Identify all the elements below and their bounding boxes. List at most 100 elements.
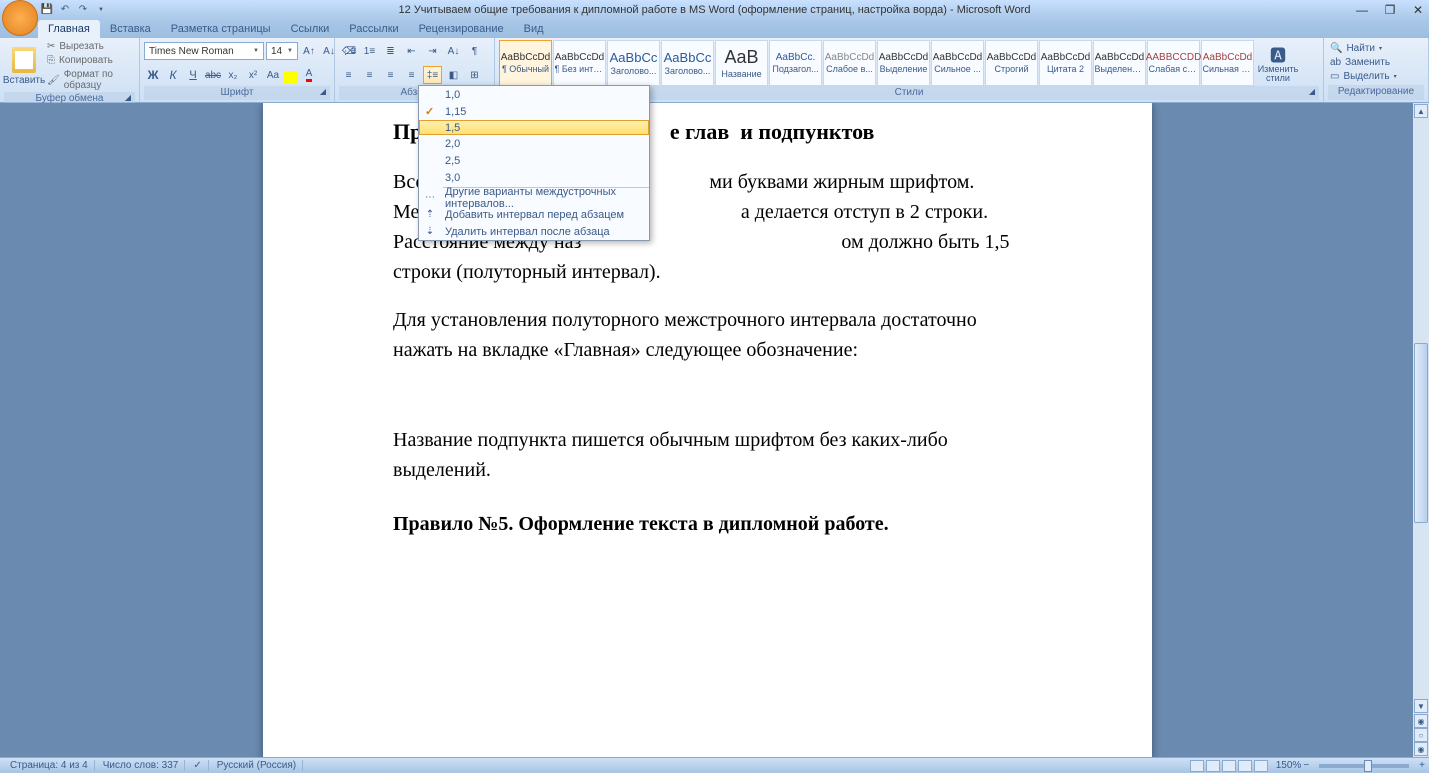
styles-gallery[interactable]: AaBbCcDd¶ ОбычныйAaBbCcDd¶ Без инте...Aa… (499, 40, 1254, 86)
font-size-combo[interactable]: 14▼ (266, 42, 298, 60)
tab-review[interactable]: Рецензирование (409, 20, 514, 38)
style-item[interactable]: AaBbCcDdСильная с... (1201, 40, 1254, 86)
save-icon[interactable]: 💾 (40, 3, 54, 17)
shading-button[interactable]: ◧ (444, 66, 463, 84)
vertical-scrollbar[interactable]: ▲ ▼ ◉ ○ ◉ (1413, 103, 1429, 757)
superscript-button[interactable]: x² (244, 66, 262, 84)
doc-heading-2[interactable]: Правило №5. Оформление текста в дипломно… (393, 513, 1022, 536)
spacing-option[interactable]: 2,5 (419, 152, 649, 169)
font-launcher[interactable]: ◢ (318, 87, 328, 97)
borders-button[interactable]: ⊞ (465, 66, 484, 84)
style-item[interactable]: AaBbCcDdЦитата 2 (1039, 40, 1092, 86)
page[interactable]: Пр е глав и подпунктов Все ми буквами жи… (263, 103, 1152, 757)
clipboard-launcher[interactable]: ◢ (123, 93, 133, 103)
style-item[interactable]: AaBbCcЗаголово... (661, 40, 714, 86)
style-item[interactable]: AaBbCcDdВыделение (877, 40, 930, 86)
doc-paragraph-3[interactable]: Название подпункта пишется обычным шрифт… (393, 425, 1022, 485)
spacing-option[interactable]: 3,0 (419, 169, 649, 186)
zoom-out-button[interactable]: − (1303, 760, 1309, 771)
spacing-option[interactable]: 1,5 (419, 120, 649, 135)
minimize-button[interactable]: — (1355, 3, 1369, 17)
select-button[interactable]: ▭Выделить ▾ (1328, 70, 1399, 83)
scroll-thumb[interactable] (1414, 343, 1428, 523)
change-case-button[interactable]: Aa (264, 66, 282, 84)
spacing-option[interactable]: 2,0 (419, 135, 649, 152)
zoom-level[interactable]: 150% (1276, 760, 1302, 771)
status-proofing[interactable]: ✓ (187, 760, 208, 771)
redo-icon[interactable]: ↷ (76, 3, 90, 17)
next-page-button[interactable]: ◉ (1414, 742, 1428, 756)
align-right-button[interactable]: ≡ (381, 66, 400, 84)
zoom-in-button[interactable]: + (1419, 760, 1425, 771)
bullets-button[interactable]: ⋮≡ (339, 42, 358, 60)
style-item[interactable]: AaBbCc.Подзагол... (769, 40, 822, 86)
close-button[interactable]: ✕ (1411, 3, 1425, 17)
subscript-button[interactable]: x₂ (224, 66, 242, 84)
decrease-indent-button[interactable]: ⇤ (402, 42, 421, 60)
line-spacing-button[interactable]: ‡≡ (423, 66, 442, 84)
spacing-option[interactable]: ✓1,15 (419, 103, 649, 120)
qat-dropdown-icon[interactable]: ▼ (94, 3, 108, 17)
bold-button[interactable]: Ж (144, 66, 162, 84)
italic-button[interactable]: К (164, 66, 182, 84)
font-name-combo[interactable]: Times New Roman▼ (144, 42, 264, 60)
style-item[interactable]: AaBbCcDd¶ Без инте... (553, 40, 606, 86)
style-item[interactable]: AABBCCDDСлабая сс... (1147, 40, 1200, 86)
numbering-button[interactable]: 1≡ (360, 42, 379, 60)
tab-references[interactable]: Ссылки (281, 20, 340, 38)
increase-indent-button[interactable]: ⇥ (423, 42, 442, 60)
style-item[interactable]: AaBbCcDdСильное ... (931, 40, 984, 86)
underline-button[interactable]: Ч (184, 66, 202, 84)
spacing-action-more-options[interactable]: ⋯Другие варианты междустрочных интервало… (419, 189, 649, 206)
document-area[interactable]: Пр е глав и подпунктов Все ми буквами жи… (0, 103, 1413, 757)
spacing-action-add-before[interactable]: ⇡Добавить интервал перед абзацем (419, 206, 649, 223)
tab-view[interactable]: Вид (514, 20, 554, 38)
change-styles-button[interactable]: 🅰 Изменить стили (1258, 43, 1298, 83)
multilevel-button[interactable]: ≣ (381, 42, 400, 60)
maximize-button[interactable]: ❐ (1383, 3, 1397, 17)
style-item[interactable]: AaBbCcЗаголово... (607, 40, 660, 86)
find-button[interactable]: 🔍Найти ▾ (1328, 42, 1384, 55)
format-painter-button[interactable]: 🖌Формат по образцу (47, 68, 135, 92)
status-words[interactable]: Число слов: 337 (97, 760, 186, 771)
zoom-thumb[interactable] (1364, 760, 1372, 772)
copy-button[interactable]: ⎘Копировать (47, 54, 135, 67)
align-left-button[interactable]: ≡ (339, 66, 358, 84)
highlight-button[interactable] (284, 71, 298, 83)
scroll-down-button[interactable]: ▼ (1414, 699, 1428, 713)
styles-launcher[interactable]: ◢ (1307, 87, 1317, 97)
style-item[interactable]: AaBbCcDdСтрогий (985, 40, 1038, 86)
doc-paragraph-2[interactable]: Для установления полуторного межстрочног… (393, 305, 1022, 365)
tab-home[interactable]: Главная (38, 20, 100, 38)
status-language[interactable]: Русский (Россия) (211, 760, 303, 771)
strikethrough-button[interactable]: abc (204, 66, 222, 84)
print-layout-view-button[interactable] (1190, 760, 1204, 772)
scroll-up-button[interactable]: ▲ (1414, 104, 1428, 118)
undo-icon[interactable]: ↶ (58, 3, 72, 17)
full-screen-view-button[interactable] (1206, 760, 1220, 772)
grow-font-button[interactable]: A↑ (300, 42, 318, 60)
paste-button[interactable]: Вставить (4, 43, 44, 89)
style-item[interactable]: AaBbCcDdСлабое в... (823, 40, 876, 86)
zoom-slider[interactable] (1319, 764, 1409, 768)
style-item[interactable]: AaBНазвание (715, 40, 768, 86)
spacing-action-remove-after[interactable]: ⇣Удалить интервал после абзаца (419, 223, 649, 240)
style-item[interactable]: AaBbCcDd¶ Обычный (499, 40, 552, 86)
tab-mailings[interactable]: Рассылки (339, 20, 408, 38)
prev-page-button[interactable]: ◉ (1414, 714, 1428, 728)
style-item[interactable]: AaBbCcDdВыделенн... (1093, 40, 1146, 86)
spacing-option[interactable]: 1,0 (419, 86, 649, 103)
replace-button[interactable]: abЗаменить (1328, 56, 1392, 69)
cut-button[interactable]: ✂Вырезать (47, 40, 135, 53)
show-marks-button[interactable]: ¶ (465, 42, 484, 60)
status-page[interactable]: Страница: 4 из 4 (4, 760, 95, 771)
outline-view-button[interactable] (1238, 760, 1252, 772)
align-center-button[interactable]: ≡ (360, 66, 379, 84)
sort-button[interactable]: A↓ (444, 42, 463, 60)
web-layout-view-button[interactable] (1222, 760, 1236, 772)
browse-object-button[interactable]: ○ (1414, 728, 1428, 742)
font-color-button[interactable]: A (300, 66, 318, 84)
justify-button[interactable]: ≡ (402, 66, 421, 84)
tab-insert[interactable]: Вставка (100, 20, 161, 38)
office-button[interactable] (2, 0, 38, 36)
